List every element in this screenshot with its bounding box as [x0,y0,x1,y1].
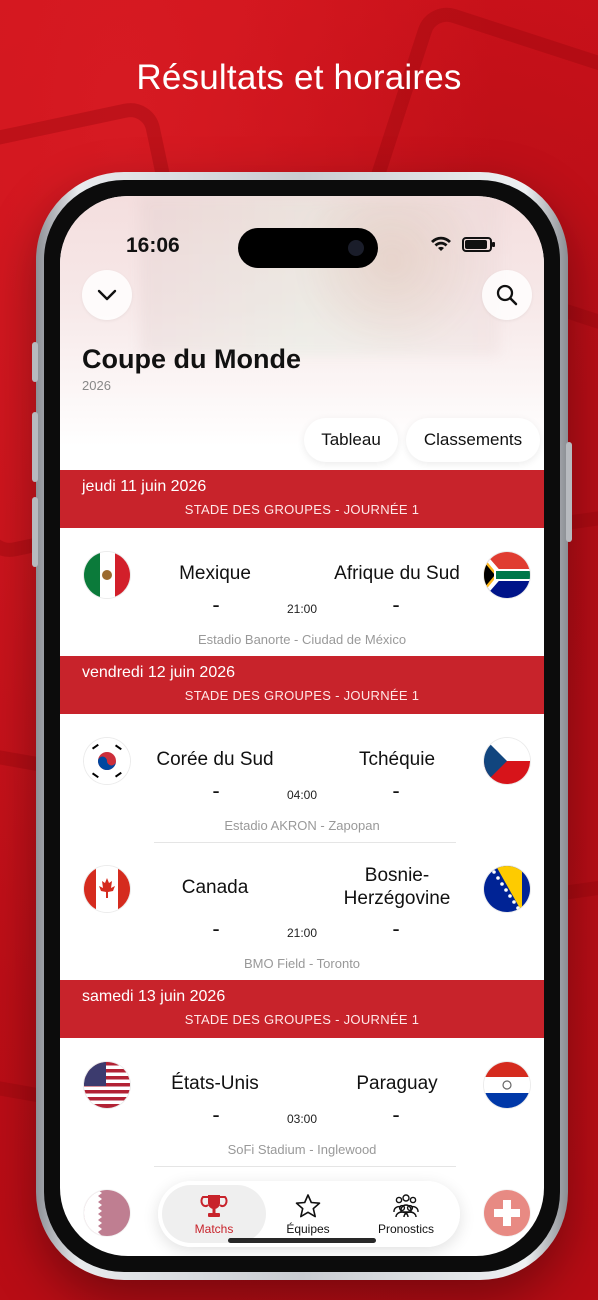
qatar-flag-icon [84,1190,130,1236]
day-section-header: vendredi 12 juin 2026 STADE DES GROUPES … [60,656,544,714]
marketing-headline: Résultats et horaires [136,58,462,97]
czechia-flag-icon [484,738,530,784]
match-row[interactable]: Mexique - 21:00 Afrique du Sud - Estadio… [60,528,544,656]
match-divider [154,1166,456,1167]
day-section-header: jeudi 11 juin 2026 STADE DES GROUPES - J… [60,470,544,528]
match-row[interactable]: États-Unis - 03:00 Paraguay - SoFi Stadi… [60,1038,544,1166]
chevron-down-icon [97,289,117,301]
wifi-icon [431,236,451,251]
collapse-button[interactable] [82,270,132,320]
away-score: - [392,1102,400,1127]
camera-icon [348,240,364,256]
phone-volume-up-button [32,412,38,482]
home-indicator[interactable] [228,1238,376,1243]
day-date: jeudi 11 juin 2026 [82,478,207,495]
status-time: 16:06 [126,234,180,257]
match-venue: Estadio AKRON - Zapopan [224,818,380,833]
match-time: 03:00 [286,1112,318,1126]
match-time: 21:00 [286,926,318,940]
away-score: - [392,778,400,803]
people-icon [393,1193,419,1217]
day-stage: STADE DES GROUPES - JOURNÉE 1 [184,502,420,517]
tab-label: Pronostics [377,1221,435,1236]
home-team-name: Corée du Sud [156,749,274,770]
day-stage: STADE DES GROUPES - JOURNÉE 1 [184,1012,420,1027]
home-team-name: États-Unis [171,1073,259,1094]
home-team-name: Canada [181,877,249,898]
header-artwork [140,196,500,356]
tab-label: Équipes [286,1221,330,1236]
mexico-flag-icon [84,552,130,598]
match-venue: SoFi Stadium - Inglewood [227,1142,377,1157]
day-stage: STADE DES GROUPES - JOURNÉE 1 [184,688,420,703]
battery-icon [462,236,495,252]
match-time: 04:00 [286,788,318,802]
canada-flag-icon [84,866,130,912]
paraguay-flag-icon [484,1062,530,1108]
home-team-name: Mexique [179,563,251,584]
day-section-header: samedi 13 juin 2026 STADE DES GROUPES - … [60,980,544,1038]
bosnia-flag-icon [484,866,530,912]
phone-frame: 16:06 Coupe du Monde 2026 Tableau Classe… [32,172,572,1280]
match-row[interactable]: Canada - 21:00 Bosnie-Herzégovine - BMO … [60,842,544,982]
tab-label: Matchs [194,1221,234,1236]
match-venue: BMO Field - Toronto [243,956,361,971]
usa-flag-icon [84,1062,130,1108]
day-date: samedi 13 juin 2026 [82,988,226,1005]
page-subtitle-year: 2026 [82,378,111,393]
trophy-icon [200,1194,228,1217]
match-row[interactable]: Corée du Sud - 04:00 Tchéquie - Estadio … [60,714,544,842]
tableau-button[interactable]: Tableau [304,418,398,462]
away-team-name: Bosnie-Herzégovine [343,865,451,909]
phone-power-button [566,442,572,542]
away-score: - [392,916,400,941]
away-team-name: Tchéquie [358,749,436,770]
phone-volume-down-button [32,497,38,567]
star-icon [295,1193,321,1217]
match-time: 21:00 [286,602,318,616]
search-icon [496,284,518,306]
phone-bezel: 16:06 Coupe du Monde 2026 Tableau Classe… [44,180,560,1272]
away-score: - [392,592,400,617]
app-screen: 16:06 Coupe du Monde 2026 Tableau Classe… [60,196,544,1256]
classements-button[interactable]: Classements [406,418,540,462]
away-team-name: Paraguay [356,1073,438,1094]
dynamic-island [238,228,378,268]
search-button[interactable] [482,270,532,320]
day-date: vendredi 12 juin 2026 [82,664,236,681]
status-indicators [430,236,495,252]
away-team-name: Afrique du Sud [334,563,460,584]
phone-action-button [32,342,38,382]
match-venue: Estadio Banorte - Ciudad de México [197,632,407,647]
south-africa-flag-icon [484,552,530,598]
switzerland-flag-icon [484,1190,530,1236]
south-korea-flag-icon [84,738,130,784]
page-title: Coupe du Monde [82,344,301,374]
